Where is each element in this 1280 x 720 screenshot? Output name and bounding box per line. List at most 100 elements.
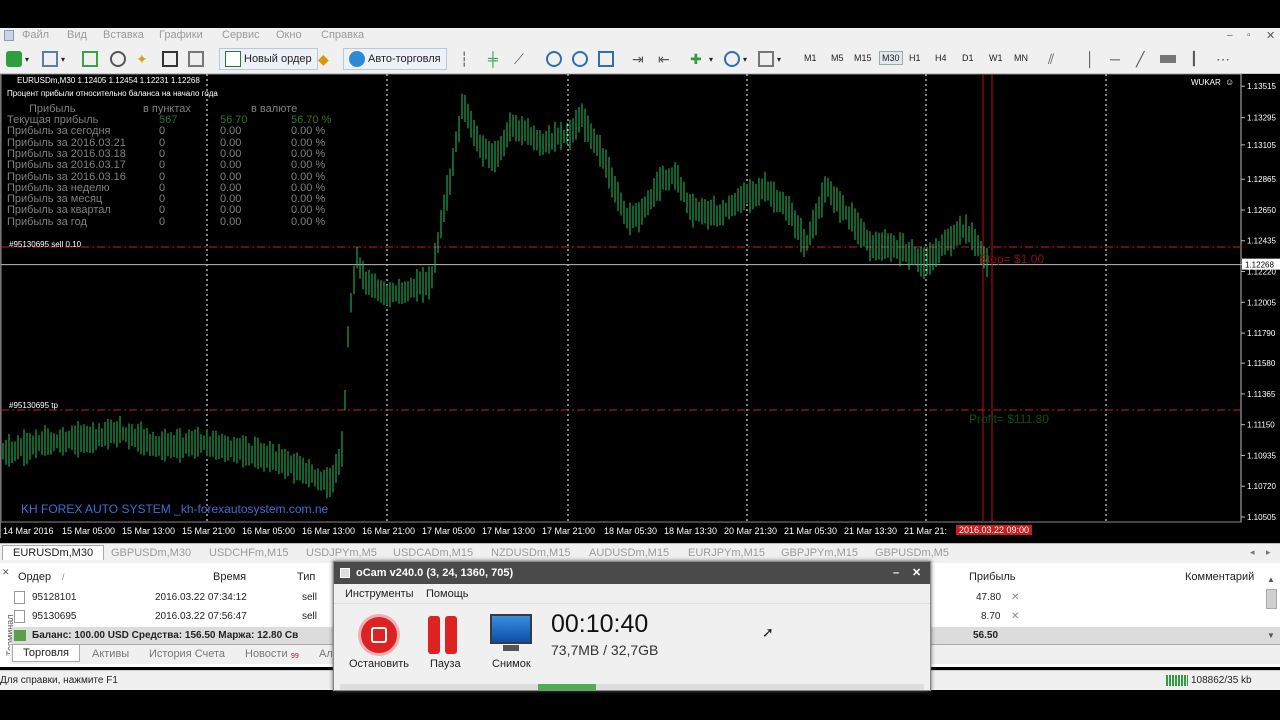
vertical-line-icon: │ [1086,51,1095,67]
new-order-button[interactable]: Новый ордер [219,48,318,70]
close-icon[interactable]: ✕ [1266,29,1275,42]
tile-windows-button[interactable] [598,48,617,70]
corner-label: WUKAR [1191,78,1221,87]
objects-button[interactable]: ⫽ [1048,48,1067,70]
pause-icon [428,616,440,654]
ocam-snapshot-button[interactable]: Снимок [486,614,536,674]
menu-service[interactable]: Сервис [222,29,260,41]
timeframe-h4[interactable]: H4 [935,53,947,63]
price-tick-label: 1.12005 [1247,298,1276,307]
tab-trade[interactable]: Торговля [12,645,80,662]
restore-icon[interactable]: ▫ [1247,30,1251,41]
autoscroll-button[interactable]: ⇥ [632,48,651,70]
col-order[interactable]: Ордер [18,571,51,583]
new-order-icon [225,51,241,67]
timeframe-m5[interactable]: M5 [831,53,844,63]
price-chart[interactable]: 1.13515 1.13295 1.13105 1.12865 1.12650 1.124… [0,74,1280,538]
ocam-pause-button[interactable]: Пауза [422,614,466,674]
ocam-minimize-icon[interactable]: – [893,562,899,584]
order-doc-icon [14,591,25,604]
col-profit[interactable]: Прибыль [969,571,1016,583]
order-profit: 47.80 [976,592,1002,603]
col-type[interactable]: Тип [297,571,315,583]
scroll-down-icon[interactable]: ▼ [1267,631,1275,640]
menu-window[interactable]: Окно [276,29,302,41]
tab-alerts[interactable]: Ал [319,648,333,660]
terminal-button[interactable] [162,48,181,70]
scrollbar-thumb[interactable] [1266,589,1277,609]
indicators-button[interactable]: ✚ ▾ [690,48,713,70]
symbol-tab-usdchf-m15[interactable]: USDCHFm,M15 [209,547,288,559]
candle-chart-button[interactable]: ╪ [488,48,507,70]
symbol-tab-eurjpy-m15[interactable]: EURJPYm,M15 [688,547,765,559]
timeframe-mn[interactable]: MN [1014,53,1028,63]
ocam-titlebar[interactable]: oCam v240.0 (3, 24, 1360, 705) – ✕ [334,562,930,584]
balance-text: Баланс: 100.00 USD Средства: 156.50 Марж… [32,630,299,641]
timeframe-m1[interactable]: M1 [804,53,817,63]
menu-insert[interactable]: Вставка [103,29,144,41]
menu-help[interactable]: Справка [321,29,364,41]
symbol-tab-usdcad-m15[interactable]: USDCADm,M15 [393,547,473,559]
chart-shift-button[interactable]: ⇤ [658,48,677,70]
periods-button[interactable]: ▾ [724,48,747,70]
symbol-tab-eurusd-m30[interactable]: EURUSDm,M30 [2,545,105,560]
terminal-close-icon[interactable]: ✕ [2,567,10,578]
favorites-button[interactable]: ✦ [136,48,155,70]
navigator-button[interactable] [110,48,129,70]
smiley-icon: ☺ [1225,77,1235,87]
tabs-scroll-left-icon[interactable]: ◂ [1250,547,1255,558]
main-toolbar: ▾ ▾ ✦ Новый ордер ◆ Авто-торговля ┆ ╪ ⟋ … [0,44,1280,74]
market-watch-button[interactable] [82,48,101,70]
symbol-tab-audusd-m15[interactable]: AUDUSDm,M15 [589,547,669,559]
menu-charts[interactable]: Графики [159,29,203,41]
zoom-out-button[interactable] [572,48,591,70]
symbol-tab-gbpusd-m30[interactable]: GBPUSDm,M30 [111,547,191,559]
autotrade-button[interactable]: Авто-торговля [343,48,447,70]
monitor-icon [490,614,532,644]
symbol-tab-usdjpy-m5[interactable]: USDJPYm,M5 [306,547,377,559]
more-tools-button[interactable]: ⋯ [1216,48,1235,70]
timeframe-m30[interactable]: M30 [879,51,903,65]
templates-button[interactable]: ▾ [758,48,781,70]
ocam-stop-button[interactable]: Остановить [346,614,412,674]
timeframe-w1[interactable]: W1 [989,53,1003,63]
symbol-tab-gbpusd-m5[interactable]: GBPUSDm,M5 [875,547,949,559]
ocam-window[interactable]: oCam v240.0 (3, 24, 1360, 705) – ✕ Инстр… [333,561,931,691]
rectangle-button[interactable] [1160,48,1179,70]
ocam-menu-help[interactable]: Помощь [426,588,469,600]
close-order-icon[interactable]: ✕ [1011,611,1019,622]
metaeditor-button[interactable]: ◆ [318,48,337,70]
col-comment[interactable]: Комментарий [1185,571,1254,583]
zoom-in-button[interactable] [546,48,565,70]
tab-assets[interactable]: Активы [92,648,129,660]
tab-history[interactable]: История Счета [149,648,225,660]
ocam-close-icon[interactable]: ✕ [912,562,921,584]
tabs-scroll-right-icon[interactable]: ▸ [1266,547,1271,558]
symbol-tab-nzdusd-m15[interactable]: NZDUSDm,M15 [491,547,570,559]
ocam-pause-label: Пауза [430,658,461,670]
minimize-icon[interactable]: – [1227,30,1233,41]
close-order-icon[interactable]: ✕ [1011,592,1019,603]
timeframe-h1[interactable]: H1 [909,53,921,63]
trendline-button[interactable]: ╱ [1136,48,1155,70]
symbol-tab-gbpjpy-m15[interactable]: GBPJPYm,M15 [781,547,858,559]
pause-icon-right [445,616,457,654]
profiles-button[interactable]: ▾ [42,48,65,70]
tester-button[interactable] [188,48,207,70]
bar-chart-button[interactable]: ┆ [460,48,479,70]
line-chart-button[interactable]: ⟋ [514,48,533,70]
ocam-menu-tools[interactable]: Инструменты [345,588,414,600]
scroll-up-icon[interactable]: ▲ [1267,575,1275,584]
vertical-line-button[interactable]: │ [1086,48,1105,70]
text-button[interactable]: ┃ [1190,48,1209,70]
horizontal-line-button[interactable]: ─ [1110,48,1129,70]
timeframe-d1[interactable]: D1 [962,53,974,63]
timeframe-m15[interactable]: M15 [854,53,872,63]
watermark: KH FOREX AUTO SYSTEM _kh-forexautosystem… [21,502,329,516]
ocam-logo-icon [340,568,350,578]
tab-news[interactable]: Новости [245,648,288,660]
new-chart-button[interactable]: ▾ [6,48,29,70]
menu-file[interactable]: Файл [22,29,49,41]
col-time[interactable]: Время [213,571,246,583]
menu-view[interactable]: Вид [67,29,87,41]
